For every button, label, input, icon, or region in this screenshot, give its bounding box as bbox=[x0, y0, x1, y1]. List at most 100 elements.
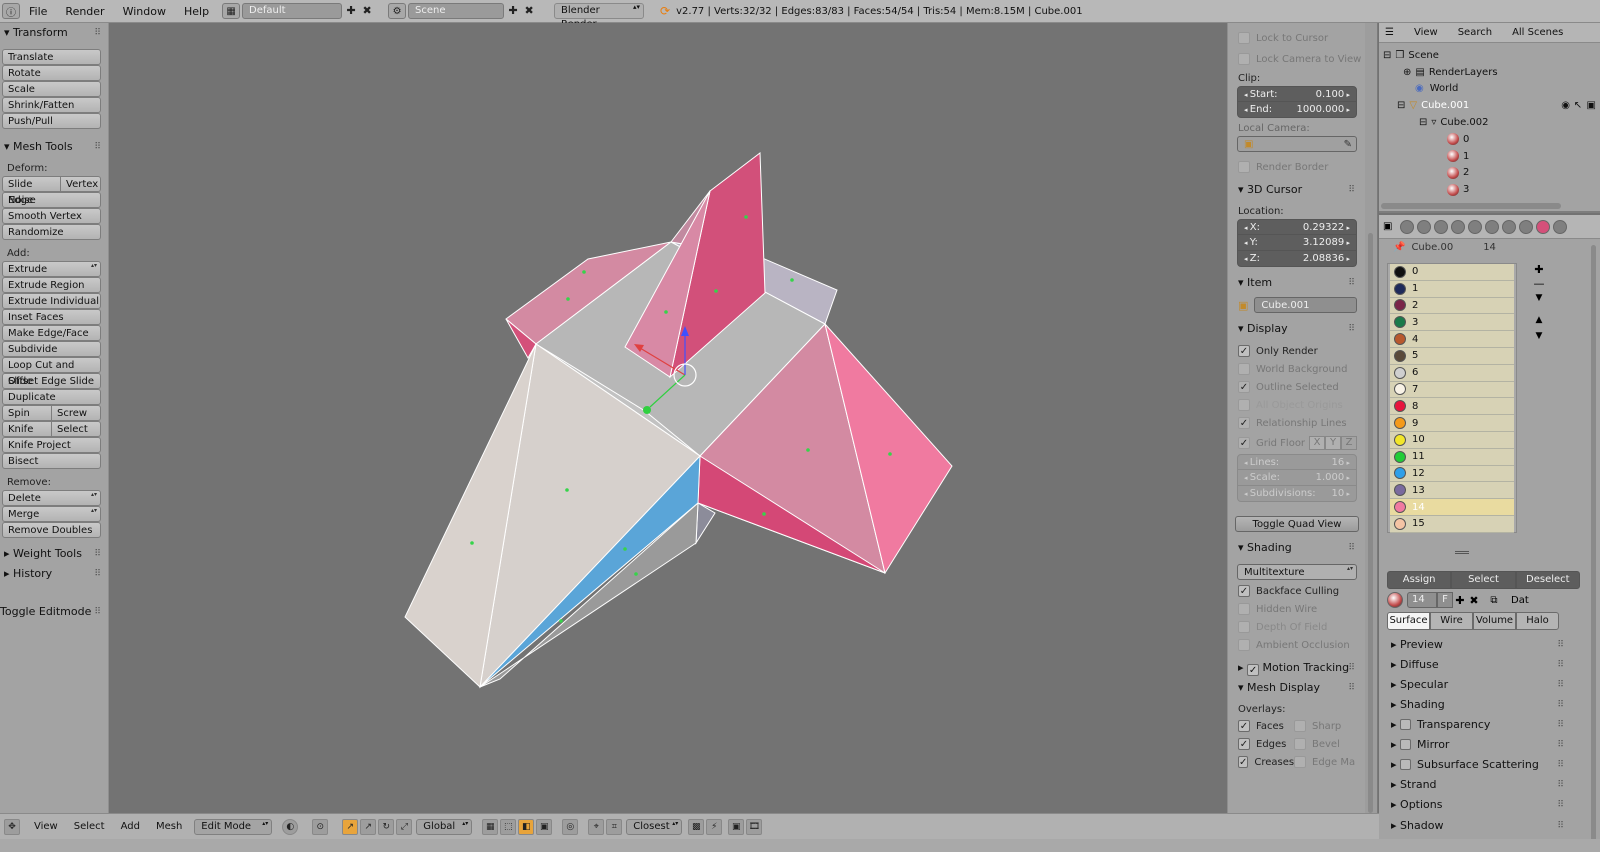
remove-scene-icon[interactable]: ✖ bbox=[522, 4, 536, 18]
outliner-row-world[interactable]: ◉ World bbox=[1379, 81, 1600, 98]
3d-cursor-panel-header[interactable]: ▾ 3D Cursor ⠿ bbox=[1228, 180, 1365, 200]
scene-icon[interactable]: ⚙ bbox=[388, 3, 407, 19]
material-slot[interactable]: 5 bbox=[1390, 347, 1514, 365]
sss-panel-header[interactable]: ▸ Subsurface Scattering ⠿ bbox=[1379, 755, 1600, 775]
project-individual-icon[interactable]: ⚡ bbox=[706, 818, 723, 835]
material-browse-icon[interactable] bbox=[1387, 592, 1403, 608]
outliner-row-scene[interactable]: ⊟ ❒ Scene bbox=[1379, 47, 1600, 64]
vertex-slide-button[interactable]: Vertex bbox=[61, 176, 101, 192]
mirror-panel-header[interactable]: ▸ Mirror ⠿ bbox=[1379, 735, 1600, 755]
grip-icon[interactable]: ⠿ bbox=[1348, 180, 1355, 200]
mesh-tools-panel-header[interactable]: ▾ Mesh Tools ⠿ bbox=[0, 137, 108, 157]
select-arrow-icon[interactable]: ↖ bbox=[1574, 100, 1582, 111]
grid-subdiv-field[interactable]: Subdivisions: 10 bbox=[1237, 486, 1357, 502]
extrude-region-button[interactable]: Extrude Region bbox=[2, 277, 101, 293]
mode-select[interactable]: Edit Mode bbox=[194, 818, 273, 835]
grid-scale-field[interactable]: Scale: 1.000 bbox=[1237, 470, 1357, 486]
material-slot[interactable]: 7 bbox=[1390, 381, 1514, 399]
layer-icon[interactable]: ▦ bbox=[482, 818, 499, 835]
material-slot[interactable]: 15 bbox=[1390, 515, 1514, 533]
translate-manipulator-icon[interactable]: ↗ bbox=[360, 818, 377, 835]
halo-tab[interactable]: Halo bbox=[1516, 612, 1559, 630]
grip-icon[interactable]: ⠿ bbox=[1557, 775, 1564, 795]
faces-overlay-checkbox[interactable]: ✓ Faces bbox=[1228, 717, 1288, 735]
mirror-checkbox[interactable] bbox=[1400, 739, 1412, 750]
render-engine-select[interactable]: Blender Render bbox=[554, 3, 645, 30]
material-users-field[interactable]: 14 bbox=[1407, 592, 1437, 608]
shading-mat-panel-header[interactable]: ▸ Shading ⠿ bbox=[1379, 695, 1600, 715]
grip-icon[interactable]: ⠿ bbox=[1557, 655, 1564, 675]
view-menu[interactable]: View bbox=[26, 821, 66, 832]
material-slot[interactable]: 1 bbox=[1390, 280, 1514, 298]
remove-layout-icon[interactable]: ✖ bbox=[360, 4, 374, 18]
loop-cut-button[interactable]: Loop Cut and Slide bbox=[2, 357, 101, 387]
rotate-manipulator-icon[interactable]: ↻ bbox=[378, 818, 395, 835]
vertex-select-icon[interactable]: ⬚ bbox=[500, 818, 517, 835]
3d-viewport[interactable] bbox=[110, 23, 1227, 813]
randomize-button[interactable]: Randomize bbox=[2, 224, 101, 240]
remove-doubles-button[interactable]: Remove Doubles bbox=[2, 522, 101, 538]
sss-checkbox[interactable] bbox=[1400, 759, 1412, 770]
motion-tracking-checkbox[interactable]: ✓ bbox=[1247, 664, 1260, 676]
grip-icon[interactable]: ⠿ bbox=[1557, 816, 1564, 836]
grip-icon[interactable]: ⠿ bbox=[1348, 678, 1355, 698]
lock-to-cursor-checkbox[interactable]: Lock to Cursor bbox=[1228, 29, 1365, 47]
outliner-row-mat1[interactable]: 1 bbox=[1379, 148, 1600, 165]
visibility-eye-icon[interactable]: ◉ bbox=[1561, 100, 1570, 111]
grip-icon[interactable]: ⠿ bbox=[1348, 319, 1355, 339]
mesh-display-panel-header[interactable]: ▾ Mesh Display ⠿ bbox=[1228, 678, 1365, 698]
deselect-button[interactable]: Deselect bbox=[1515, 571, 1580, 589]
modifiers-tab-icon[interactable] bbox=[1502, 219, 1517, 234]
scene-field[interactable]: Scene bbox=[408, 3, 505, 19]
shadow-panel-header[interactable]: ▸ Shadow ⠿ bbox=[1379, 816, 1600, 836]
material-slot[interactable]: 13 bbox=[1390, 482, 1514, 500]
material-slot[interactable]: 9 bbox=[1390, 415, 1514, 432]
menu-window[interactable]: Window bbox=[114, 0, 175, 23]
cursor-x-field[interactable]: X: 0.29322 bbox=[1237, 219, 1357, 235]
specular-panel-header[interactable]: ▸ Specular ⠿ bbox=[1379, 675, 1600, 695]
properties-scrollbar[interactable] bbox=[1591, 245, 1596, 845]
surface-tab[interactable]: Surface bbox=[1387, 612, 1430, 630]
weight-tools-panel-header[interactable]: ▸ Weight Tools ⠿ bbox=[0, 544, 108, 564]
outliner-row-mat2[interactable]: 2 bbox=[1379, 165, 1600, 182]
render-camera-icon[interactable]: ▣ bbox=[1587, 100, 1596, 111]
shading-panel-header[interactable]: ▾ Shading ⠿ bbox=[1228, 538, 1365, 558]
motion-tracking-panel-header[interactable]: ▸ ✓ Motion Tracking ⠿ bbox=[1228, 658, 1365, 678]
grip-icon[interactable]: ⠿ bbox=[94, 544, 101, 564]
outliner-row-cube001[interactable]: ⊟ ▽ Cube.001 ◉ ↖ ▣ bbox=[1379, 97, 1600, 114]
outliner-row-mat0[interactable]: 0 bbox=[1379, 131, 1600, 148]
display-panel-header[interactable]: ▾ Display ⠿ bbox=[1228, 319, 1365, 339]
material-link-select[interactable]: Dat bbox=[1511, 595, 1529, 606]
face-select-icon[interactable]: ◧ bbox=[518, 818, 535, 835]
world-background-checkbox[interactable]: World Background bbox=[1228, 360, 1365, 378]
grip-icon[interactable]: ⠿ bbox=[94, 602, 101, 622]
grip-icon[interactable]: ⠿ bbox=[1557, 755, 1564, 775]
cursor-z-field[interactable]: Z: 2.08836 bbox=[1237, 251, 1357, 267]
assign-button[interactable]: Assign bbox=[1387, 571, 1452, 589]
extrude-individual-button[interactable]: Extrude Individual bbox=[2, 293, 101, 309]
subdivide-button[interactable]: Subdivide bbox=[2, 341, 101, 357]
transform-panel-header[interactable]: ▾ Transform ⠿ bbox=[0, 23, 108, 43]
select-button[interactable]: Select bbox=[1451, 571, 1516, 589]
grip-icon[interactable]: ⠿ bbox=[1348, 538, 1355, 558]
noise-button[interactable]: Noise bbox=[2, 192, 101, 208]
snap-icon[interactable]: ⌖ bbox=[588, 818, 605, 835]
grip-icon[interactable]: ⠿ bbox=[1557, 735, 1564, 755]
grip-icon[interactable]: ⠿ bbox=[1557, 675, 1564, 695]
material-slot[interactable]: 10 bbox=[1390, 431, 1514, 449]
outliner-row-mat3[interactable]: 3 bbox=[1379, 181, 1600, 198]
data-tab-icon[interactable] bbox=[1519, 219, 1534, 234]
grid-x-toggle[interactable]: X bbox=[1309, 436, 1325, 450]
object-tab-icon[interactable] bbox=[1468, 219, 1483, 234]
cursor-y-field[interactable]: Y: 3.12089 bbox=[1237, 235, 1357, 251]
relationship-lines-checkbox[interactable]: ✓ Relationship Lines bbox=[1228, 414, 1365, 432]
item-panel-header[interactable]: ▾ Item ⠿ bbox=[1228, 273, 1365, 293]
grip-icon[interactable]: ⠿ bbox=[1557, 715, 1564, 735]
material-slot-selected[interactable]: 14 bbox=[1390, 499, 1514, 516]
viewport-shading-icon[interactable]: ◐ bbox=[282, 818, 299, 835]
offset-edge-slide-button[interactable]: Offset Edge Slide bbox=[2, 373, 101, 389]
material-slot[interactable]: 4 bbox=[1390, 331, 1514, 348]
editor-type-3d-icon[interactable]: ✥ bbox=[4, 818, 20, 835]
outliner-row-cube002[interactable]: ⊟ ▿ Cube.002 bbox=[1379, 114, 1600, 131]
only-render-checkbox[interactable]: ✓ Only Render bbox=[1228, 342, 1365, 360]
